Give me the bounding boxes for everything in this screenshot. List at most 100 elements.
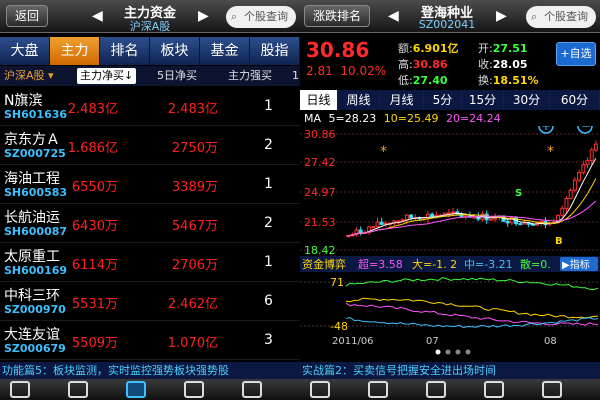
news-ticker[interactable]: 功能篇5：板块监测，实时监控强势板块强势股 实战篇2：买卖信号把握安全进出场时间 [0,362,600,379]
back-button[interactable]: 返回 [6,5,49,27]
strong-buy-value: 6 [264,293,273,309]
five-day-net-buy-value: 2750万 [171,141,218,156]
bottom-navigation [0,379,600,400]
moving-average-legend: MA 5=28.23 10=25.49 20=24.24 [304,112,505,125]
large-flow-line [345,297,599,319]
tab-market[interactable]: 大盘 [0,37,50,65]
net-buy-value: 6430万 [71,219,118,234]
price-grid [300,133,600,251]
ma-label: MA [304,112,322,125]
news-icon[interactable] [184,381,204,398]
tab-monthly[interactable]: 月线 [380,90,424,110]
tab-index-futures[interactable]: 股指 [250,37,300,65]
zoom-in-icon[interactable]: + [538,126,554,134]
tab-weekly[interactable]: 周线 [338,90,380,110]
sort-net-buy-header[interactable]: 主力净买↓ [77,68,137,84]
retail-flow-line [345,277,599,291]
candlestick-chart[interactable]: 30.86 27.42 24.97 21.53 18.42 * * S B + … [300,126,600,362]
candle-body [593,143,598,151]
turnover-rate: 换:18.51% [478,74,539,87]
tab-5min[interactable]: 5分 [424,90,462,110]
table-row[interactable]: 海油工程 SH600583 6550万 3389万 1 [0,165,300,204]
page-subtitle: 沪深A股 [129,20,171,33]
zoom-out-icon[interactable]: − [577,126,593,134]
tab-daily[interactable]: 日线 [300,90,338,110]
table-row[interactable]: 太原重工 SH600169 6114万 2706万 1 [0,243,300,282]
low-price: 低:27.40 [398,74,448,87]
tab-funds[interactable]: 基金 [200,37,250,65]
strong-buy-value: 1 [264,98,273,114]
candle-body [375,221,380,228]
table-row[interactable]: 京东方Ａ SZ000725 1.686亿 2750万 2 [0,126,300,165]
search-icon: ⌕ [531,10,538,23]
stock-search-input[interactable]: ⌕ 个股查询 [526,6,596,28]
table-row[interactable]: N旗滨 SH601636 2.483亿 2.483亿 1 [0,87,300,126]
tab-sectors[interactable]: 板块 [150,37,200,65]
candle-body [472,216,477,219]
ma20-value: 20=24.24 [445,112,501,125]
prev-arrow-icon[interactable]: ◀ [92,8,103,24]
capital-flow-icon[interactable] [126,381,146,398]
time-axis-mid: 07 [426,336,439,347]
tools-icon[interactable] [542,381,562,398]
candle-body [446,212,451,215]
strong-buy-value: 2 [264,215,273,231]
stock-code: SH600169 [4,264,68,277]
stock-code: SH600087 [4,225,68,238]
add-watchlist-button[interactable]: +自选 [556,42,596,66]
list-icon[interactable] [68,381,88,398]
medium-flow: 中=-3.21 [464,258,513,271]
tab-60min[interactable]: 60分 [550,90,600,110]
table-row[interactable]: 中科三环 SZ000970 5531万 2.462亿 6 [0,282,300,321]
quote-icon[interactable] [426,381,446,398]
tab-main-capital[interactable]: 主力 [50,37,100,65]
five-day-net-buy-value: 1.070亿 [167,336,218,351]
candle-body [585,159,590,166]
candle-body [522,222,527,225]
portfolio-icon[interactable] [368,381,388,398]
stock-name: 中科三环 [4,288,60,304]
tab-ranking[interactable]: 排名 [100,37,150,65]
next-arrow-icon[interactable]: ▶ [198,8,209,24]
star-marker-icon: * [547,144,554,160]
home-icon[interactable] [10,381,30,398]
buy-signal-marker: B [555,236,563,247]
flow-axis-top: 71 [330,276,344,289]
table-row[interactable]: 长航油运 SH600087 6430万 5467万 2 [0,204,300,243]
svg-text:+: + [541,126,551,133]
candle-body [404,214,409,221]
stock-code: SH600583 [4,186,68,199]
period-tabs: 日线 周线 月线 5分 15分 30分 60分 [300,90,600,110]
cards-icon[interactable] [484,381,504,398]
ranking-button[interactable]: 涨跌排名 [304,5,371,27]
stock-name: 大连友谊 [4,327,60,343]
high-price: 高:30.86 [398,58,448,71]
prev-arrow-icon[interactable]: ◀ [388,8,399,24]
search-icon: ⌕ [231,10,238,23]
ticker-left-text[interactable]: 功能篇5：板块监测，实时监控强势板块强势股 [2,364,229,377]
tab-30min[interactable]: 30分 [504,90,550,110]
refresh-icon[interactable] [242,381,262,398]
five-day-net-buy-value: 3389万 [171,180,218,195]
tab-15min[interactable]: 15分 [462,90,504,110]
settings-icon[interactable] [310,381,330,398]
ticker-right-text[interactable]: 实战篇2：买卖信号把握安全进出场时间 [302,362,496,379]
capital-flow-label: 资金博弈 [302,257,346,271]
category-tabs: 大盘 主力 排名 板块 基金 股指 [0,37,300,65]
candle-body [568,189,573,200]
stock-code-title: SZ002041 [418,18,476,31]
candle-body [430,213,435,217]
next-arrow-icon[interactable]: ▶ [496,8,507,24]
ma5-value: 5=28.23 [328,112,377,125]
market-filter[interactable]: 沪深A股 ▾ [4,66,54,86]
candle-body [572,179,577,191]
candle-body [505,220,510,224]
price-axis-bottom: 18.42 [304,244,336,257]
extra-column-header[interactable]: 1 [292,66,299,86]
strong-buy-value: 2 [264,137,273,153]
table-row[interactable]: 大连友谊 SZ000679 5509万 1.070亿 3 [0,321,300,360]
indicator-label[interactable]: ▶指标 [562,258,590,271]
five-day-net-buy-header[interactable]: 5日净买 [157,66,197,86]
stock-search-input[interactable]: ⌕ 个股查询 [226,6,296,28]
strong-buy-header[interactable]: 主力强买 [228,66,272,86]
